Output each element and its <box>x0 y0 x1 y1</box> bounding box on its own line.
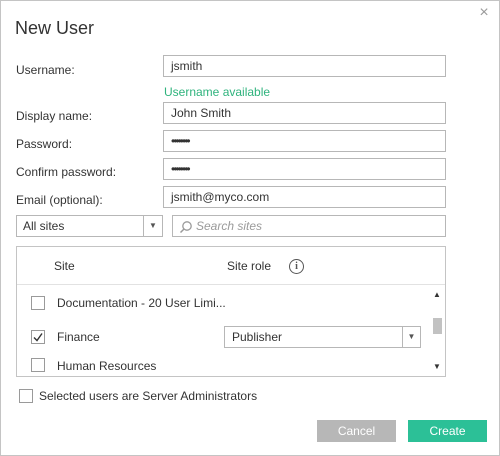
checkmark-icon <box>33 333 43 342</box>
cancel-button[interactable]: Cancel <box>317 420 396 442</box>
password-label: Password: <box>16 137 73 151</box>
site-checkbox[interactable] <box>31 330 45 344</box>
table-row: Finance Publisher ▼ <box>17 320 429 354</box>
table-scrollbar[interactable]: ▲ ▼ <box>429 286 445 376</box>
search-icon <box>179 221 192 234</box>
table-header: Site Site role i <box>17 247 445 285</box>
search-placeholder: Search sites <box>196 219 263 233</box>
display-name-field[interactable]: John Smith <box>163 102 446 124</box>
username-status: Username available <box>164 85 271 99</box>
column-header-site: Site <box>54 259 75 273</box>
column-header-site-role: Site role <box>227 259 272 273</box>
username-label: Username: <box>16 63 75 77</box>
close-icon[interactable]: × <box>475 4 493 22</box>
username-field[interactable]: jsmith <box>163 55 446 77</box>
scroll-up-icon[interactable]: ▲ <box>432 290 442 300</box>
site-checkbox[interactable] <box>31 296 45 310</box>
display-name-label: Display name: <box>16 109 93 123</box>
site-checkbox[interactable] <box>31 358 45 372</box>
sites-table: Site Site role i Documentation - 20 User… <box>16 246 446 377</box>
site-name: Human Resources <box>57 359 157 373</box>
confirm-password-label: Confirm password: <box>16 165 117 179</box>
chevron-down-icon[interactable]: ▼ <box>143 216 162 236</box>
server-admin-checkbox[interactable] <box>19 389 33 403</box>
server-admin-label: Selected users are Server Administrators <box>39 389 258 403</box>
scroll-thumb[interactable] <box>433 318 442 334</box>
chevron-down-icon[interactable]: ▼ <box>402 327 420 347</box>
dialog-title: New User <box>15 18 95 38</box>
new-user-dialog: × New User Username: jsmith Username ava… <box>0 0 500 456</box>
site-name: Documentation - 20 User Limi... <box>57 296 226 310</box>
confirm-password-field[interactable]: •••••••• <box>163 158 446 180</box>
site-role-select[interactable]: Publisher ▼ <box>224 326 421 348</box>
scroll-down-icon[interactable]: ▼ <box>432 362 442 372</box>
search-sites-input[interactable]: Search sites <box>172 215 446 237</box>
create-button[interactable]: Create <box>408 420 487 442</box>
password-field[interactable]: •••••••• <box>163 130 446 152</box>
table-row: Documentation - 20 User Limi... <box>17 286 429 320</box>
email-label: Email (optional): <box>16 193 103 207</box>
site-role-value: Publisher <box>232 330 283 344</box>
site-filter-select[interactable]: All sites ▼ <box>16 215 163 237</box>
site-filter-value: All sites <box>23 219 65 233</box>
site-name: Finance <box>57 330 100 344</box>
table-row: Human Resources <box>17 354 429 376</box>
info-icon[interactable]: i <box>289 259 304 274</box>
email-field[interactable]: jsmith@myco.com <box>163 186 446 208</box>
